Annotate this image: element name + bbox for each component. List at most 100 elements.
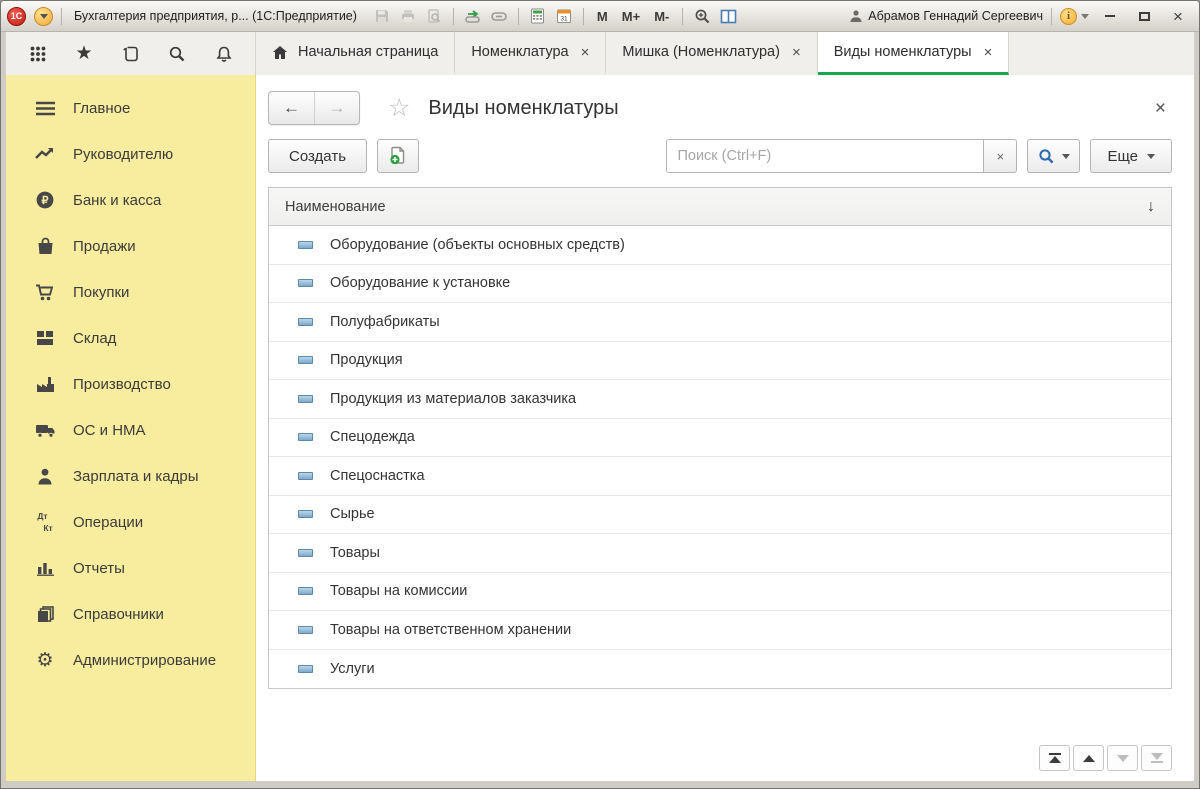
list-element-icon — [298, 472, 313, 480]
print-icon[interactable] — [397, 6, 419, 26]
back-button[interactable]: ← — [269, 92, 314, 124]
form-close-button[interactable]: × — [1149, 97, 1172, 120]
column-header-name: Наименование — [285, 199, 386, 215]
table-row[interactable]: Товары на комиссии — [269, 573, 1171, 612]
svg-text:31: 31 — [560, 16, 568, 23]
sidebar-item-prodazhi[interactable]: Продажи — [6, 223, 255, 269]
list-element-icon — [298, 433, 313, 441]
minimize-button[interactable] — [1097, 6, 1123, 26]
sidebar-item-operacii[interactable]: Дт Кт Операции — [6, 499, 255, 545]
search-input[interactable] — [666, 139, 984, 173]
sidebar-item-administrirovanie[interactable]: ⚙ Администрирование — [6, 637, 255, 683]
list-scroll-nav — [268, 745, 1172, 771]
sidebar-item-glavnoe[interactable]: Главное — [6, 85, 255, 131]
calculator-icon[interactable] — [527, 6, 549, 26]
table-row[interactable]: Сырье — [269, 496, 1171, 535]
sidebar-item-bank-i-kassa[interactable]: ₽ Банк и касса — [6, 177, 255, 223]
zoom-icon[interactable] — [691, 6, 713, 26]
search-icon[interactable] — [162, 39, 192, 69]
memory-m-plus-button[interactable]: M+ — [617, 9, 645, 24]
sidebar-item-otchety[interactable]: Отчеты — [6, 545, 255, 591]
cart-icon — [34, 284, 56, 301]
table-row[interactable]: Продукция из материалов заказчика — [269, 380, 1171, 419]
list-element-icon — [298, 510, 313, 518]
search-options-button[interactable] — [1027, 139, 1080, 173]
tab-label: Номенклатура — [471, 44, 568, 60]
save-icon[interactable] — [371, 6, 393, 26]
scroll-to-top-button[interactable] — [1039, 745, 1070, 771]
sidebar-item-rukovoditelyu[interactable]: Руководителю — [6, 131, 255, 177]
chevron-down-icon[interactable] — [1081, 14, 1089, 19]
divider — [583, 8, 584, 25]
favorites-star-icon[interactable]: ★ — [69, 39, 99, 69]
gear-icon: ⚙ — [34, 651, 56, 670]
svg-text:₽: ₽ — [42, 195, 49, 207]
notifications-bell-icon[interactable] — [209, 39, 239, 69]
scroll-down-button[interactable] — [1107, 745, 1138, 771]
sidebar-item-os-i-nma[interactable]: ОС и НМА — [6, 407, 255, 453]
table-row[interactable]: Продукция — [269, 342, 1171, 381]
sidebar-item-proizvodstvo[interactable]: Производство — [6, 361, 255, 407]
table-row[interactable]: Услуги — [269, 650, 1171, 689]
tab-close-icon[interactable]: × — [984, 45, 993, 60]
all-sections-grid-icon[interactable] — [23, 39, 53, 69]
tab-close-icon[interactable]: × — [581, 45, 590, 60]
table-row[interactable]: Спецодежда — [269, 419, 1171, 458]
warehouse-icon — [34, 330, 56, 346]
table-header[interactable]: Наименование ↓ — [269, 188, 1171, 226]
table-row[interactable]: Спецоснастка — [269, 457, 1171, 496]
list-toolbar: Создать × Еще — [268, 139, 1172, 173]
search-clear-button[interactable]: × — [984, 139, 1017, 173]
tab-vidy-nomenklatury[interactable]: Виды номенклатуры × — [818, 32, 1010, 75]
favorite-star-icon[interactable]: ☆ — [388, 96, 410, 121]
row-label: Спецодежда — [330, 429, 415, 445]
close-window-button[interactable]: × — [1165, 6, 1191, 26]
tab-label: Мишка (Номенклатура) — [622, 44, 780, 60]
tab-home[interactable]: Начальная страница — [256, 32, 455, 75]
truck-icon — [34, 423, 56, 438]
scroll-up-button[interactable] — [1073, 745, 1104, 771]
calendar-icon[interactable]: 31 — [553, 6, 575, 26]
sidebar-item-zarplata-i-kadry[interactable]: Зарплата и кадры — [6, 453, 255, 499]
get-link-icon[interactable] — [488, 6, 510, 26]
table-row[interactable]: Оборудование к установке — [269, 265, 1171, 304]
panel-tab-bar: ★ Начальная страница Номенклатура × — [6, 32, 1194, 75]
chevron-down-icon — [1147, 154, 1155, 159]
sort-descending-icon[interactable]: ↓ — [1147, 198, 1155, 216]
list-element-icon — [298, 356, 313, 364]
sections-tool-strip: ★ — [6, 32, 256, 75]
split-window-icon[interactable] — [717, 6, 739, 26]
form-header: ← → ☆ Виды номенклатуры × — [268, 87, 1172, 129]
history-icon[interactable] — [116, 39, 146, 69]
list-element-icon — [298, 587, 313, 595]
current-user[interactable]: Абрамов Геннадий Сергеевич — [849, 9, 1043, 23]
sidebar-item-pokupki[interactable]: Покупки — [6, 269, 255, 315]
sidebar-item-label: Производство — [73, 376, 171, 393]
table-row[interactable]: Товары — [269, 534, 1171, 573]
sidebar-item-label: Администрирование — [73, 652, 216, 669]
memory-m-minus-button[interactable]: M- — [649, 9, 674, 24]
sections-sidebar: Главное Руководителю ₽ Банк и касса Прод… — [6, 75, 256, 781]
tab-close-icon[interactable]: × — [792, 45, 801, 60]
sidebar-item-label: Руководителю — [73, 146, 173, 163]
sidebar-item-spravochniki[interactable]: Справочники — [6, 591, 255, 637]
table-row[interactable]: Оборудование (объекты основных средств) — [269, 226, 1171, 265]
table-row[interactable]: Полуфабрикаты — [269, 303, 1171, 342]
main-menu-button[interactable] — [34, 7, 53, 26]
bar-chart-icon — [34, 561, 56, 576]
forward-button[interactable]: → — [314, 92, 359, 124]
tab-mishka-nomenklatura[interactable]: Мишка (Номенклатура) × — [606, 32, 817, 75]
tab-nomenklatura[interactable]: Номенклатура × — [455, 32, 606, 75]
info-icon[interactable]: i — [1060, 8, 1077, 25]
scroll-to-bottom-button[interactable] — [1141, 745, 1172, 771]
create-button[interactable]: Создать — [268, 139, 367, 173]
more-button[interactable]: Еще — [1090, 139, 1172, 173]
table-row[interactable]: Товары на ответственном хранении — [269, 611, 1171, 650]
go-to-link-icon[interactable] — [462, 6, 484, 26]
preview-icon[interactable] — [423, 6, 445, 26]
maximize-button[interactable] — [1131, 6, 1157, 26]
memory-m-button[interactable]: M — [592, 9, 613, 24]
create-group-button[interactable] — [377, 139, 419, 173]
arrow-down-icon — [1151, 753, 1163, 760]
sidebar-item-sklad[interactable]: Склад — [6, 315, 255, 361]
